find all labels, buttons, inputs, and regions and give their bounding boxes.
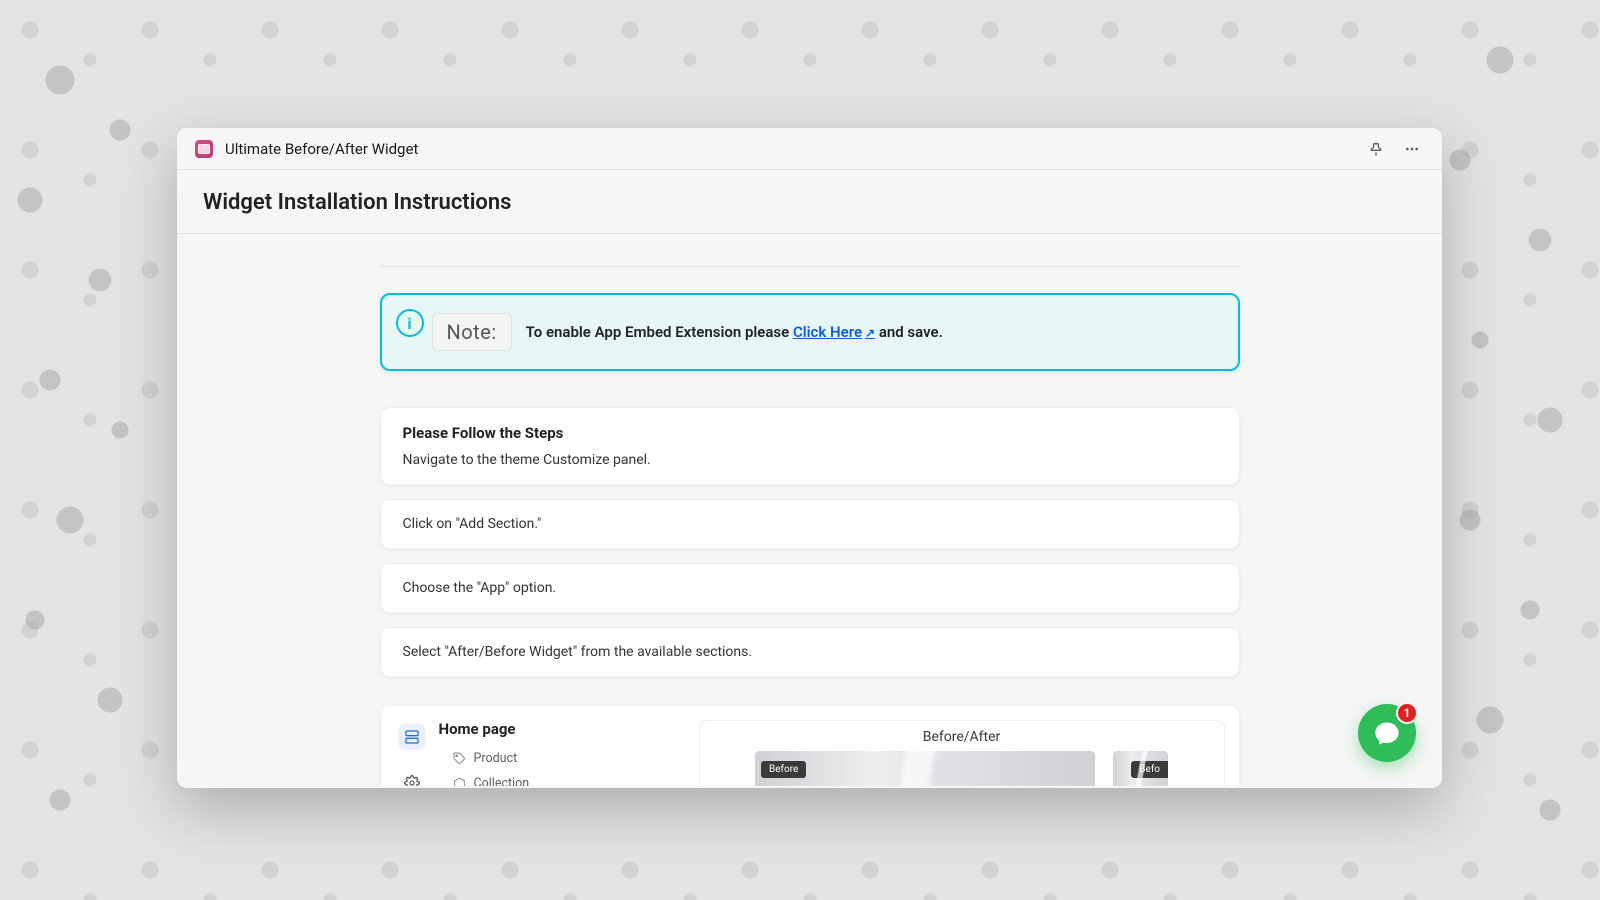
info-icon: i bbox=[396, 309, 424, 337]
app-icon bbox=[195, 140, 213, 158]
note-suffix: and save. bbox=[875, 323, 943, 341]
before-after-title: Before/After bbox=[714, 729, 1210, 745]
note-badge: Note: bbox=[432, 313, 512, 351]
titlebar: Ultimate Before/After Widget bbox=[177, 128, 1442, 170]
more-button[interactable] bbox=[1400, 137, 1424, 161]
theme-preview-card: Home page Product Collection bbox=[380, 705, 1240, 786]
theme-canvas: Before/After Before Befo bbox=[699, 720, 1225, 786]
theme-rail bbox=[395, 720, 429, 786]
scroll-area[interactable]: i Note: To enable App Embed Extension pl… bbox=[177, 234, 1442, 786]
tag-icon bbox=[453, 752, 466, 765]
decor-dots-right bbox=[1420, 0, 1600, 900]
theme-sidebar-title: Home page bbox=[439, 720, 685, 738]
decor-dots-left bbox=[0, 0, 180, 900]
note-text: To enable App Embed Extension please Cli… bbox=[526, 323, 943, 341]
step-text: Select "After/Before Widget" from the av… bbox=[403, 644, 1217, 660]
before-label-short: Befo bbox=[1131, 761, 1168, 778]
step-card-4: Select "After/Before Widget" from the av… bbox=[380, 627, 1240, 677]
sidebar-item-label: Collection bbox=[474, 776, 530, 786]
sidebar-item-label: Product bbox=[474, 751, 518, 766]
sections-icon bbox=[404, 729, 420, 745]
gear-icon bbox=[404, 775, 420, 786]
note-link-text: Click Here bbox=[793, 323, 862, 341]
page-title: Widget Installation Instructions bbox=[203, 190, 1416, 215]
chat-icon bbox=[1373, 719, 1401, 747]
step-text: Navigate to the theme Customize panel. bbox=[403, 452, 1217, 468]
divider bbox=[380, 266, 1240, 267]
rail-sections-button[interactable] bbox=[399, 724, 425, 750]
sidebar-item-product[interactable]: Product bbox=[435, 746, 685, 771]
note-prefix: To enable App Embed Extension please bbox=[526, 323, 793, 341]
chat-button[interactable]: 1 bbox=[1358, 704, 1416, 762]
steps-heading: Please Follow the Steps bbox=[403, 424, 1217, 442]
collection-icon bbox=[453, 777, 466, 786]
before-after-image-small: Befo bbox=[1113, 751, 1168, 786]
pin-icon bbox=[1368, 141, 1384, 157]
sidebar-item-collection[interactable]: Collection bbox=[435, 771, 685, 786]
theme-section-list: Home page Product Collection bbox=[435, 720, 685, 786]
step-card-2: Click on "Add Section." bbox=[380, 499, 1240, 549]
external-link-icon: ↗ bbox=[865, 326, 875, 340]
more-icon bbox=[1404, 141, 1420, 157]
step-text: Choose the "App" option. bbox=[403, 580, 1217, 596]
note-card: i Note: To enable App Embed Extension pl… bbox=[380, 293, 1240, 371]
rail-settings-button[interactable] bbox=[399, 770, 425, 786]
note-link[interactable]: Click Here↗ bbox=[793, 323, 875, 341]
chat-badge: 1 bbox=[1396, 702, 1418, 724]
app-name: Ultimate Before/After Widget bbox=[225, 140, 418, 158]
step-card-1: Please Follow the Steps Navigate to the … bbox=[380, 407, 1240, 485]
steps-list: Please Follow the Steps Navigate to the … bbox=[380, 407, 1240, 786]
before-after-row: Before Befo bbox=[714, 751, 1210, 786]
theme-sidebar: Home page Product Collection bbox=[395, 720, 685, 786]
step-text: Click on "Add Section." bbox=[403, 516, 1217, 532]
before-label: Before bbox=[761, 761, 806, 778]
app-window: Ultimate Before/After Widget Widget Inst… bbox=[177, 128, 1442, 788]
step-card-3: Choose the "App" option. bbox=[380, 563, 1240, 613]
page-header: Widget Installation Instructions bbox=[177, 170, 1442, 234]
before-after-image-large: Before bbox=[755, 751, 1095, 786]
content: i Note: To enable App Embed Extension pl… bbox=[380, 234, 1240, 786]
pin-button[interactable] bbox=[1364, 137, 1388, 161]
